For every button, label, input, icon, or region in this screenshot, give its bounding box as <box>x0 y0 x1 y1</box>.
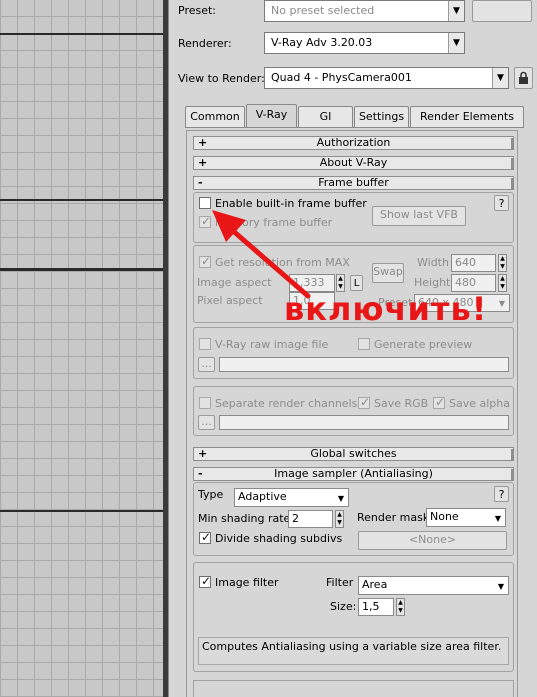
tab-underline <box>185 127 524 128</box>
sampler-help-button[interactable]: ? <box>494 486 509 502</box>
preset-extra-button[interactable] <box>472 0 532 22</box>
generate-preview-checkbox[interactable] <box>358 338 370 350</box>
tab-settings[interactable]: Settings <box>354 106 409 127</box>
viewport-separator <box>0 510 163 512</box>
annotation-callout: включить! <box>284 290 488 328</box>
tab-gi[interactable]: GI <box>298 106 353 127</box>
height-label: Height <box>414 276 451 289</box>
divide-subdivs-label: Divide shading subdivs <box>215 532 343 545</box>
generate-preview-label: Generate preview <box>374 338 473 351</box>
view-to-render-dropdown[interactable]: Quad 4 - PhysCamera001 <box>264 67 509 89</box>
chevron-down-icon: ▼ <box>337 494 344 503</box>
renderer-label: Renderer: <box>178 37 232 50</box>
lock-icon <box>519 71 528 84</box>
channels-path-field[interactable] <box>219 415 509 430</box>
filter-size-spinner[interactable]: ▲ ▼ <box>396 598 405 616</box>
render-mask-none-button[interactable]: <None> <box>358 531 507 550</box>
filter-label: Filter <box>326 576 354 589</box>
tab-common[interactable]: Common <box>185 106 245 127</box>
help-button[interactable]: ? <box>494 195 509 211</box>
save-alpha-label: Save alpha <box>449 397 510 410</box>
filter-dropdown[interactable]: Area ▼ <box>358 576 509 595</box>
render-mask-label: Render mask <box>357 511 430 524</box>
raw-path-field[interactable] <box>219 357 509 372</box>
rollout-about-vray[interactable]: + About V-Ray <box>193 156 514 170</box>
divide-subdivs-checkbox[interactable] <box>199 530 211 544</box>
rollout-global-switches[interactable]: + Global switches <box>193 447 514 461</box>
tab-vray[interactable]: V-Ray <box>246 104 297 127</box>
save-rgb-label: Save RGB <box>374 397 429 410</box>
chevron-down-icon[interactable]: ▼ <box>448 1 464 21</box>
chevron-down-icon: ▼ <box>494 514 501 523</box>
viewport-separator <box>0 199 163 201</box>
chevron-down-icon: ▼ <box>497 582 504 591</box>
sampler-type-dropdown[interactable]: Adaptive ▼ <box>234 488 349 507</box>
raw-browse-button[interactable]: ... <box>198 357 215 372</box>
aspect-lock-button[interactable]: L <box>350 275 363 291</box>
min-shading-spinner[interactable]: ▲ ▼ <box>335 510 344 528</box>
swap-button[interactable]: Swap <box>372 263 404 283</box>
renderer-dropdown[interactable]: V-Ray Adv 3.20.03 <box>264 32 465 54</box>
show-last-vfb-button[interactable]: Show last VFB <box>372 206 466 226</box>
render-mask-dropdown[interactable]: None ▼ <box>426 508 506 527</box>
tab-render-elements[interactable]: Render Elements <box>410 106 524 127</box>
raw-image-label: V-Ray raw image file <box>215 338 329 351</box>
separate-channels-label: Separate render channels <box>215 397 358 410</box>
chevron-down-icon[interactable]: ▼ <box>448 33 464 53</box>
save-alpha-checkbox[interactable] <box>433 395 445 409</box>
image-filter-label: Image filter <box>215 576 279 589</box>
renderer-value: V-Ray Adv 3.20.03 <box>271 36 373 49</box>
width-field[interactable]: 640 <box>451 254 496 272</box>
filter-size-label: Size: <box>330 600 357 613</box>
min-shading-field[interactable]: 2 <box>288 510 333 528</box>
filter-description: Computes Antialiasing using a variable s… <box>198 637 509 665</box>
preset-value: No preset selected <box>271 4 375 17</box>
viewport-grid[interactable] <box>0 0 165 697</box>
separate-channels-checkbox[interactable] <box>199 397 211 409</box>
preset-dropdown[interactable]: No preset selected <box>264 0 465 22</box>
view-to-render-label: View to Render: <box>178 72 265 85</box>
viewport-separator <box>0 33 163 35</box>
width-label: Width <box>417 256 449 269</box>
raw-image-checkbox[interactable] <box>199 338 211 350</box>
preset-label: Preset: <box>178 4 217 17</box>
rollout-image-sampler[interactable]: - Image sampler (Antialiasing) <box>193 467 514 481</box>
width-spinner[interactable]: ▲ ▼ <box>498 254 507 272</box>
lock-view-button[interactable] <box>514 67 533 89</box>
filter-size-field[interactable]: 1,5 <box>358 598 394 616</box>
viewport-separator <box>0 268 163 271</box>
rollout-frame-buffer[interactable]: - Frame buffer <box>193 176 514 190</box>
view-to-render-value: Quad 4 - PhysCamera001 <box>271 71 412 84</box>
save-rgb-checkbox[interactable] <box>358 395 370 409</box>
chevron-down-icon: ▼ <box>498 299 505 308</box>
next-group-edge <box>193 680 514 697</box>
rollout-authorization[interactable]: + Authorization <box>193 136 514 150</box>
min-shading-label: Min shading rate <box>198 512 291 525</box>
channels-browse-button[interactable]: ... <box>198 415 215 430</box>
height-spinner[interactable]: ▲ ▼ <box>498 274 507 292</box>
chevron-down-icon[interactable]: ▼ <box>492 68 508 88</box>
image-filter-checkbox[interactable] <box>199 574 211 588</box>
sampler-type-label: Type <box>198 488 224 501</box>
